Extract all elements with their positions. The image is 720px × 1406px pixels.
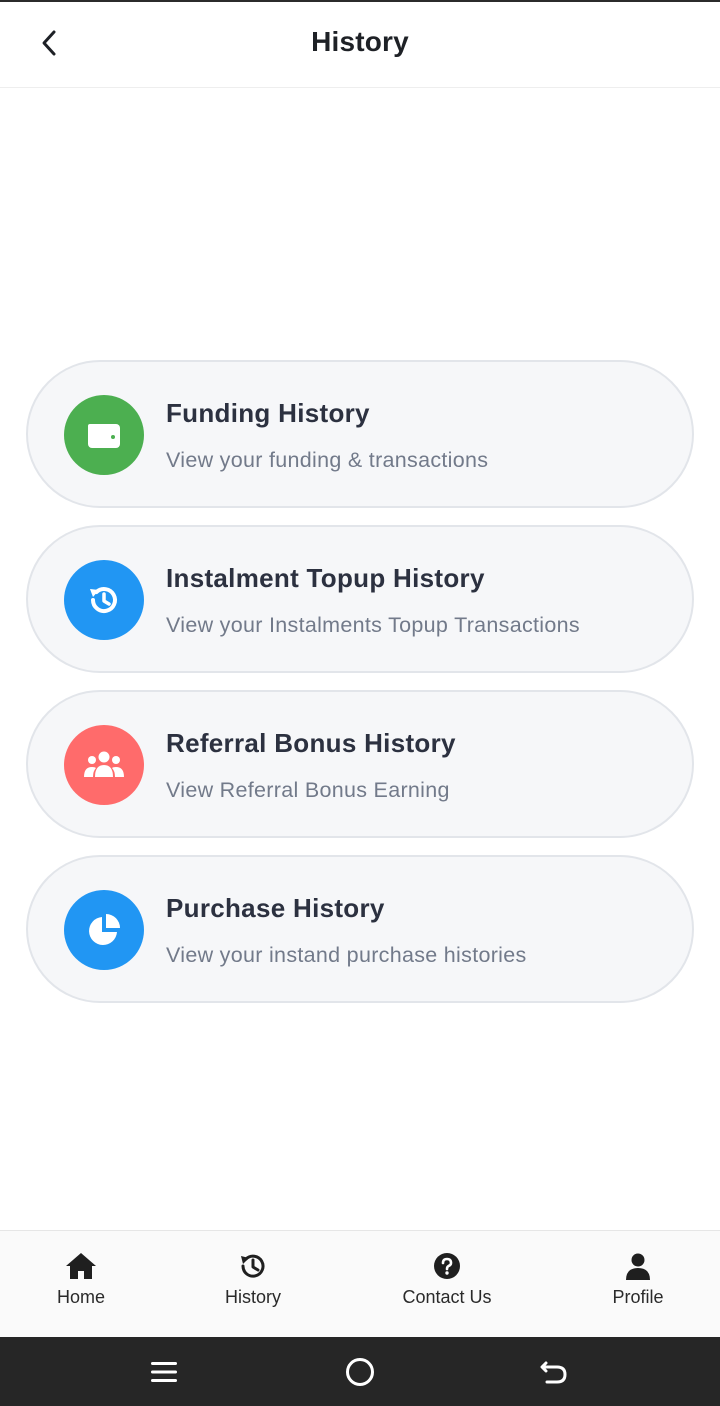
card-subtitle: View Referral Bonus Earning xyxy=(166,778,450,802)
funding-history-card[interactable]: Funding History View your funding & tran… xyxy=(26,360,694,508)
nav-item-contact-us[interactable]: Contact Us xyxy=(377,1231,517,1338)
help-icon xyxy=(434,1253,460,1279)
purchase-history-card[interactable]: Purchase History View your instand purch… xyxy=(26,855,694,1003)
card-title: Referral Bonus History xyxy=(166,728,456,758)
recents-icon xyxy=(151,1362,177,1382)
nav-item-history[interactable]: History xyxy=(183,1231,323,1338)
history-icon xyxy=(241,1254,265,1278)
nav-label: Home xyxy=(56,1287,105,1307)
card-subtitle: View your funding & transactions xyxy=(166,448,489,472)
card-title: Instalment Topup History xyxy=(166,563,485,593)
card-title: Purchase History xyxy=(166,893,385,923)
home-icon xyxy=(66,1253,96,1279)
system-home-button[interactable] xyxy=(342,1355,378,1389)
pie-chart-icon-badge xyxy=(64,890,144,970)
wallet-icon xyxy=(88,424,120,448)
recents-button[interactable] xyxy=(146,1355,182,1389)
users-icon xyxy=(84,751,124,777)
nav-item-profile[interactable]: Profile xyxy=(568,1231,708,1338)
wallet-icon-badge xyxy=(64,395,144,475)
referral-bonus-history-card[interactable]: Referral Bonus History View Referral Bon… xyxy=(26,690,694,838)
card-subtitle: View your instand purchase histories xyxy=(166,943,527,967)
nav-label: Contact Us xyxy=(402,1287,492,1307)
page-title: History xyxy=(311,26,409,57)
history-menu: Funding History View your funding & tran… xyxy=(26,360,694,1020)
history-icon-badge xyxy=(64,560,144,640)
users-icon-badge xyxy=(64,725,144,805)
bottom-navigation: Home History Contact Us Profile xyxy=(0,1230,720,1337)
nav-item-home[interactable]: Home xyxy=(11,1231,151,1338)
history-icon xyxy=(90,587,117,614)
app-header: History xyxy=(0,2,720,88)
pie-chart-icon xyxy=(89,914,120,945)
card-title: Funding History xyxy=(166,398,370,428)
instalment-topup-history-card[interactable]: Instalment Topup History View your Insta… xyxy=(26,525,694,673)
system-back-button[interactable] xyxy=(536,1355,572,1389)
nav-label: History xyxy=(224,1287,281,1307)
nav-label: Profile xyxy=(612,1287,664,1307)
card-subtitle: View your Instalments Topup Transactions xyxy=(166,613,580,637)
back-icon xyxy=(540,1361,567,1384)
person-icon xyxy=(626,1253,650,1280)
home-circle-icon xyxy=(346,1358,374,1386)
system-navigation-bar xyxy=(0,1337,720,1406)
